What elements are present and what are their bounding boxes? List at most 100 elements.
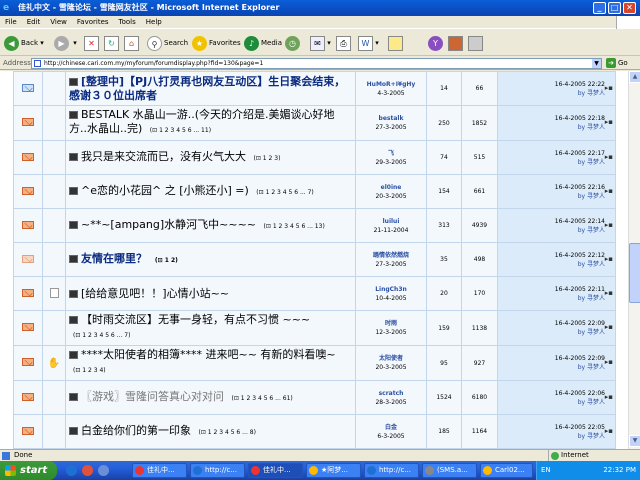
page-numbers[interactable]: 1 2 3 4 5 6 ... 8 <box>208 429 254 436</box>
author-link[interactable]: HuMoR+I¥gHy <box>356 80 426 89</box>
last-post-author[interactable]: by 寻梦人 <box>498 226 605 235</box>
task-7[interactable]: Carl02... <box>480 463 533 478</box>
last-post-time[interactable]: 16-4-2005 22:12 <box>498 251 605 260</box>
task-2[interactable]: http://c... <box>190 463 245 478</box>
thread-link[interactable]: ~**~[ampang]水静河飞中~~~~ <box>81 218 256 231</box>
page-numbers[interactable]: 1 2 3 4 5 6 ... 61 <box>241 395 291 402</box>
title-bar[interactable]: e 佳礼中文 - 雪隆论坛 - 雪隆网友社区 - Microsoft Inter… <box>0 0 640 16</box>
last-post-author[interactable]: by 寻梦人 <box>498 432 605 441</box>
last-post-author[interactable]: by 寻梦人 <box>498 260 605 269</box>
author-link[interactable]: LingCh3n <box>356 285 426 294</box>
media-button[interactable]: ♪ Media <box>244 33 282 53</box>
task-6[interactable]: (SMS.a... <box>422 463 477 478</box>
thread-link[interactable]: 〖游戏〗雪隆问答真心对对问 <box>81 390 224 403</box>
goto-last-icon[interactable]: ▸▪ <box>605 187 613 196</box>
page-numbers[interactable]: 1 2 3 4 5 6 ... 7 <box>82 332 128 339</box>
menu-view[interactable]: View <box>45 16 72 29</box>
research-button[interactable] <box>448 33 463 53</box>
goto-last-icon[interactable]: ▸▪ <box>605 221 613 230</box>
last-post-time[interactable]: 16-4-2005 22:17 <box>498 149 605 158</box>
page-links[interactable]: (⊡ 1 2) <box>155 257 178 264</box>
page-links[interactable]: (⊡ 1 2 3 4 5 6 ... 13) <box>264 223 325 230</box>
page-links[interactable]: (⊡ 1 2 3 4 5 6 ... 61) <box>232 395 293 402</box>
home-button[interactable]: ⌂ <box>124 33 139 53</box>
start-button[interactable]: start <box>0 461 57 480</box>
thread-link[interactable]: 白金给你们的第一印象 <box>81 424 191 437</box>
author-link[interactable]: bestalk <box>356 114 426 123</box>
page-links[interactable]: (⊡ 1 2 3 4 5 6 ... 11) <box>150 127 211 134</box>
address-field[interactable]: http://chinese.cari.com.my/myforum/forum… <box>31 58 602 69</box>
author-link[interactable]: 踊情依然燃烧 <box>356 251 426 260</box>
thread-link[interactable]: 友情在哪里？ <box>81 252 147 265</box>
goto-last-icon[interactable]: ▸▪ <box>605 118 613 127</box>
author-link[interactable]: 太阳使者 <box>356 354 426 363</box>
goto-last-icon[interactable]: ▸▪ <box>605 358 613 367</box>
page-numbers[interactable]: 1 2 <box>165 257 175 264</box>
menu-favorites[interactable]: Favorites <box>72 16 114 29</box>
goto-last-icon[interactable]: ▸▪ <box>605 393 613 402</box>
task-4[interactable]: ★阿梦... <box>306 463 361 478</box>
minimize-button[interactable]: _ <box>593 2 606 14</box>
maximize-button[interactable]: □ <box>608 2 621 14</box>
page-numbers[interactable]: 1 2 3 4 5 6 ... 7 <box>266 189 312 196</box>
menu-tools[interactable]: Tools <box>114 16 141 29</box>
goto-last-icon[interactable]: ▸▪ <box>605 153 613 162</box>
thread-link[interactable]: ^e恋的小花园^ 之 [小熊还小] =) <box>81 184 249 197</box>
search-button[interactable]: ⚲ Search <box>147 33 188 53</box>
go-button[interactable]: ➔ Go <box>606 58 628 69</box>
discuss-button[interactable] <box>388 33 403 53</box>
task-5[interactable]: http://c... <box>364 463 419 478</box>
close-button[interactable]: ✕ <box>623 2 636 14</box>
messenger-button[interactable]: Y <box>428 33 445 53</box>
desktop-quicklaunch-icon[interactable] <box>98 465 109 476</box>
author-link[interactable]: luilui <box>356 217 426 226</box>
thread-link[interactable]: [整理中]【PJ八打灵再也网友互动区】生日聚会结束，感谢３０位出席者 <box>69 75 345 102</box>
refresh-button[interactable]: ↻ <box>104 33 119 53</box>
task-3[interactable]: 佳礼中... <box>248 463 303 478</box>
page-links[interactable]: (⊡ 1 2 3 4 5 6 ... 7) <box>73 332 130 339</box>
author-link[interactable]: scratch <box>356 389 426 398</box>
page-links[interactable]: (⊡ 1 2 3 4 5 6 ... 7) <box>256 189 313 196</box>
page-links[interactable]: (⊡ 1 2 3 4 5 6 ... 8) <box>199 429 256 436</box>
page-links[interactable]: (⊡ 1 2 3 4) <box>73 367 106 374</box>
thread-link[interactable]: ****太阳使者的相簿**** 进来吧~~ 有新的料看噢~ <box>81 348 336 361</box>
history-button[interactable]: ◷ <box>285 33 302 53</box>
stop-button[interactable]: ✕ <box>84 33 99 53</box>
print-button[interactable]: ⎙ <box>336 33 351 53</box>
goto-last-icon[interactable]: ▸▪ <box>605 84 613 93</box>
last-post-time[interactable]: 16-4-2005 22:11 <box>498 285 605 294</box>
mail-button[interactable]: ✉ ▾ <box>310 33 331 53</box>
last-post-time[interactable]: 16-4-2005 22:06 <box>498 389 605 398</box>
scroll-down-icon[interactable]: ▼ <box>629 435 640 447</box>
goto-last-icon[interactable]: ▸▪ <box>605 289 613 298</box>
menu-file[interactable]: File <box>0 16 22 29</box>
language-indicator[interactable]: EN <box>541 466 551 474</box>
last-post-time[interactable]: 16-4-2005 22:16 <box>498 183 605 192</box>
author-link[interactable]: 飞 <box>356 149 426 158</box>
goto-last-icon[interactable]: ▸▪ <box>605 427 613 436</box>
menu-help[interactable]: Help <box>141 16 167 29</box>
scroll-up-icon[interactable]: ▲ <box>629 71 640 83</box>
last-post-time[interactable]: 16-4-2005 22:05 <box>498 423 605 432</box>
last-post-time[interactable]: 16-4-2005 22:14 <box>498 217 605 226</box>
last-post-author[interactable]: by 寻梦人 <box>498 398 605 407</box>
page-numbers[interactable]: 1 2 3 4 5 6 ... 13 <box>273 223 323 230</box>
last-post-author[interactable]: by 寻梦人 <box>498 123 605 132</box>
last-post-author[interactable]: by 寻梦人 <box>498 328 605 337</box>
address-dropdown-icon[interactable]: ▼ <box>592 59 601 68</box>
forward-button[interactable]: ▶ ▾ <box>54 33 77 53</box>
thread-link[interactable]: 【时雨交流区】无事一身轻，有点不习惯 ~~~ <box>81 313 310 326</box>
author-link[interactable]: 白金 <box>356 423 426 432</box>
media-quicklaunch-icon[interactable] <box>82 465 93 476</box>
tools-button[interactable] <box>468 33 483 53</box>
last-post-author[interactable]: by 寻梦人 <box>498 192 605 201</box>
last-post-time[interactable]: 16-4-2005 22:18 <box>498 114 605 123</box>
last-post-time[interactable]: 16-4-2005 22:09 <box>498 354 605 363</box>
page-links[interactable]: (⊡ 1 2 3) <box>254 155 281 162</box>
author-link[interactable]: el0ine <box>356 183 426 192</box>
page-numbers[interactable]: 1 2 3 4 <box>82 367 103 374</box>
task-1[interactable]: 佳礼中... <box>132 463 187 478</box>
page-numbers[interactable]: 1 2 3 4 5 6 ... 11 <box>159 127 209 134</box>
ie-quicklaunch-icon[interactable] <box>66 465 77 476</box>
last-post-author[interactable]: by 寻梦人 <box>498 294 605 303</box>
